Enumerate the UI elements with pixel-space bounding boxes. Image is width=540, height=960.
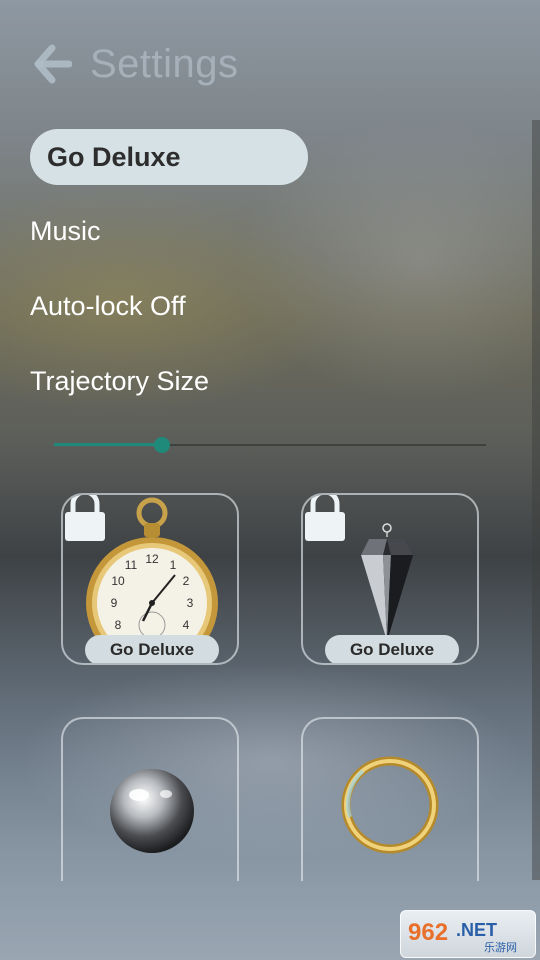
slider-thumb[interactable] [154,437,170,453]
metal-sphere-icon [110,769,194,853]
trajectory-size-label: Trajectory Size [30,366,210,396]
go-deluxe-label: Go Deluxe [47,141,181,172]
scrollbar[interactable] [532,120,540,880]
go-deluxe-badge[interactable]: Go Deluxe [325,635,459,663]
watermark-icon: 962 .NET 乐游网 [408,919,517,954]
back-arrow-icon [34,44,72,84]
svg-text:.NET: .NET [456,920,497,940]
pendulum-card-crystal[interactable]: Go Deluxe [301,493,479,665]
svg-text:9: 9 [111,596,118,610]
autolock-option[interactable]: Auto-lock Off [30,291,186,322]
go-deluxe-button[interactable]: Go Deluxe [30,129,308,185]
svg-text:2: 2 [183,574,190,588]
lock-icon [65,495,105,541]
page-title: Settings [90,41,239,86]
svg-text:11: 11 [125,558,138,572]
lock-icon [305,495,345,541]
back-button[interactable] [30,42,74,86]
music-option[interactable]: Music [30,216,101,247]
svg-text:10: 10 [111,574,125,588]
gold-ring-icon [341,756,439,854]
svg-text:12: 12 [145,552,159,566]
slider-fill [54,443,162,446]
pendulum-card-pocket-watch[interactable]: 12369 1245 781011 Go Deluxe [61,493,239,665]
svg-text:3: 3 [187,596,194,610]
svg-text:962: 962 [408,919,448,946]
header: Settings [30,38,239,90]
svg-text:1: 1 [170,558,177,572]
pendulum-card-sphere[interactable] [61,717,239,881]
svg-text:4: 4 [183,618,190,632]
trajectory-size-slider[interactable] [54,432,486,458]
svg-text:8: 8 [115,618,122,632]
watermark-logo: 962 .NET 乐游网 [400,910,536,958]
go-deluxe-badge[interactable]: Go Deluxe [85,635,219,663]
svg-text:乐游网: 乐游网 [484,941,517,954]
pendulum-card-ring[interactable] [301,717,479,881]
